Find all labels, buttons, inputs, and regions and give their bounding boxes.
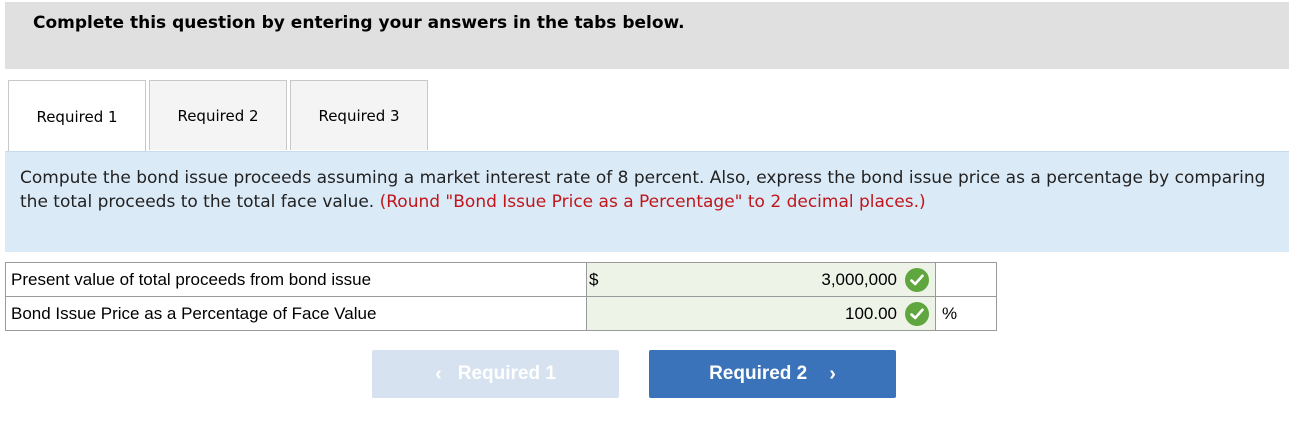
table-row: Bond Issue Price as a Percentage of Face… [5,296,997,331]
unit-cell: % [935,296,997,331]
tab-label: Required 1 [36,107,118,126]
proceeds-input[interactable]: $ 3,000,000 [586,262,936,297]
row-label: Present value of total proceeds from bon… [5,262,587,297]
table-row: Present value of total proceeds from bon… [5,262,997,297]
instructions-header: Complete this question by entering your … [5,2,1289,69]
next-required-button[interactable]: Required 2 › [649,350,896,398]
tab-required-2[interactable]: Required 2 [149,80,287,150]
correct-check-icon [905,302,929,326]
answer-table: Present value of total proceeds from bon… [5,262,997,331]
percentage-input[interactable]: 100.00 [586,296,936,331]
tab-required-3[interactable]: Required 3 [290,80,428,150]
row-label: Bond Issue Price as a Percentage of Face… [5,296,587,331]
tab-required-1[interactable]: Required 1 [8,80,146,152]
currency-symbol: $ [589,270,599,289]
next-button-label: Required 2 [709,363,808,384]
unit-cell [935,262,997,297]
chevron-left-icon: ‹ [435,362,442,385]
chevron-right-icon: › [829,362,836,385]
prev-button-label: Required 1 [457,363,556,384]
prev-required-button[interactable]: ‹ Required 1 [372,350,619,398]
question-prompt: Compute the bond issue proceeds assuming… [5,151,1289,252]
tab-label: Required 2 [177,106,259,125]
tab-label: Required 3 [318,106,400,125]
header-title: Complete this question by entering your … [33,13,685,33]
correct-check-icon [905,268,929,292]
rounding-note: (Round "Bond Issue Price as a Percentage… [379,192,926,212]
input-value: 100.00 [845,304,897,323]
input-value: 3,000,000 [821,270,897,289]
